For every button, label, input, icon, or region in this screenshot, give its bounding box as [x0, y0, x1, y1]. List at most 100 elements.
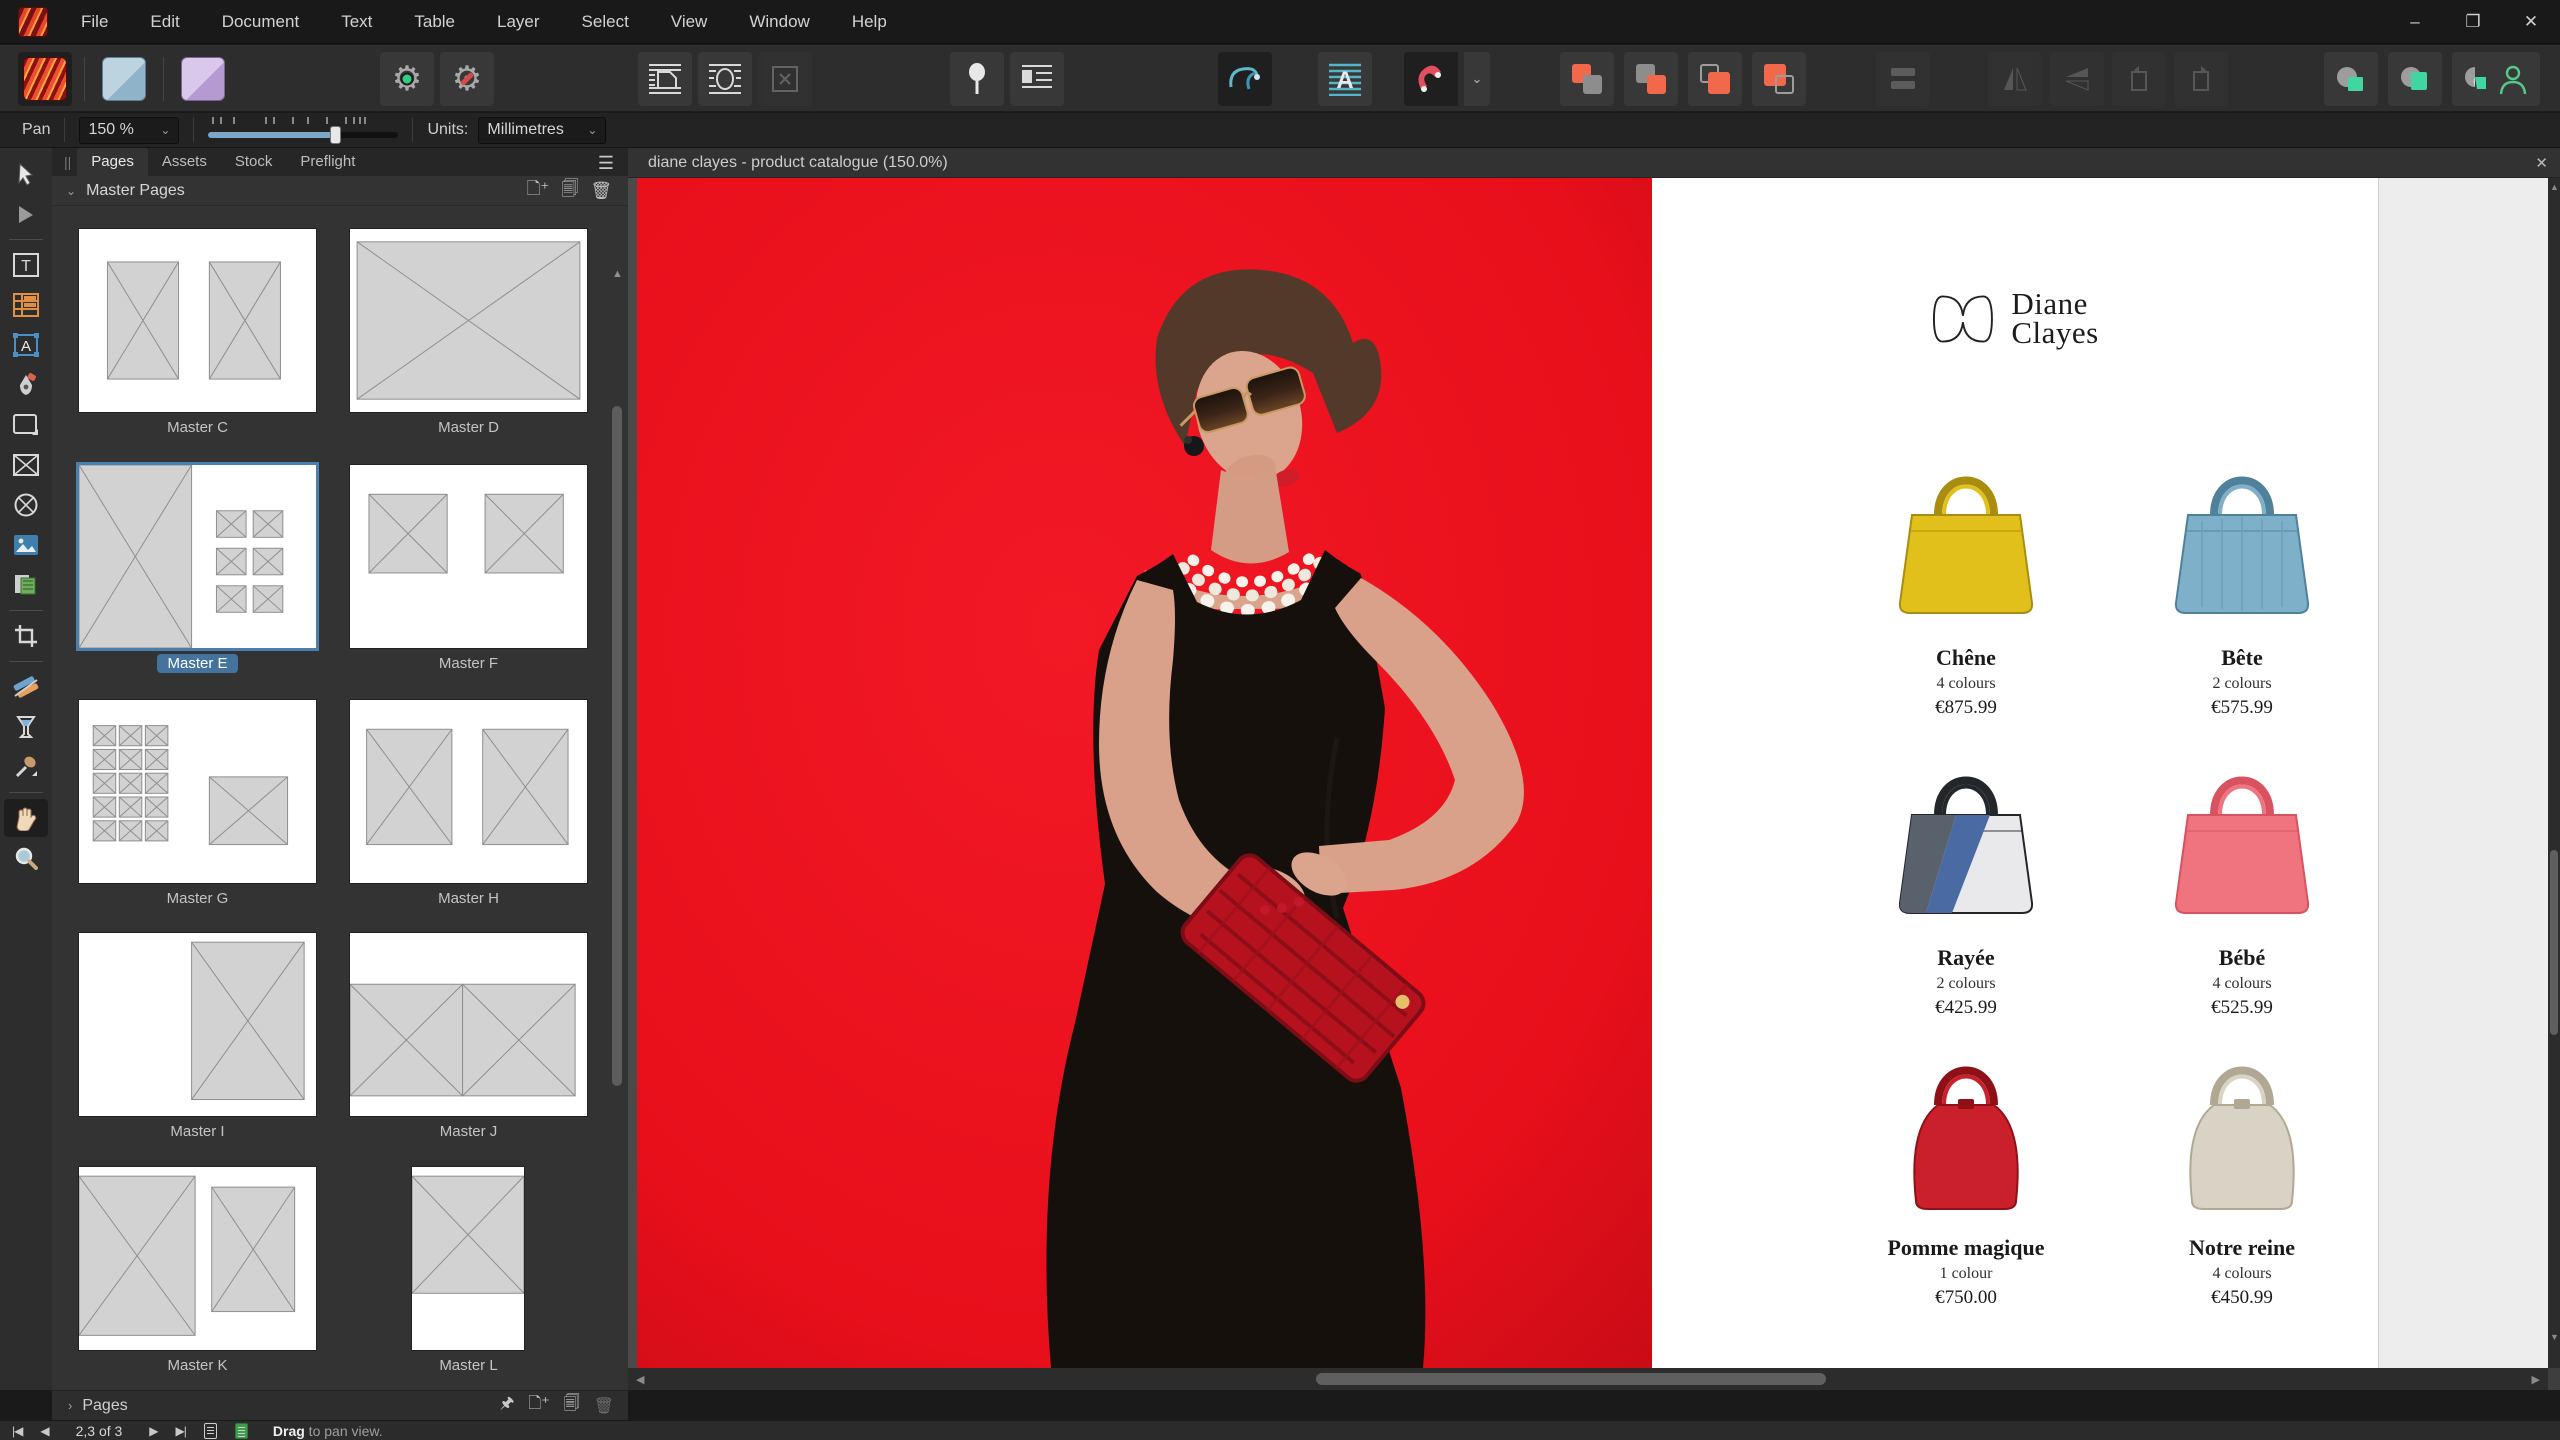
last-spread-button[interactable]: ▶| — [167, 1424, 195, 1438]
text-wrap-page-icon[interactable] — [638, 52, 692, 106]
link-icon[interactable] — [1876, 52, 1930, 106]
master-thumbnail-e[interactable] — [79, 465, 316, 648]
photo-persona-button[interactable] — [176, 52, 230, 106]
minimize-button[interactable]: – — [2386, 0, 2444, 44]
vertical-scrollbar[interactable]: ▲ ▼ — [2548, 178, 2560, 1368]
zoom-tool[interactable] — [4, 839, 48, 877]
account-icon[interactable] — [2486, 52, 2540, 106]
master-label[interactable]: Master G — [79, 889, 316, 908]
scroll-left-icon[interactable]: ◀ — [628, 1373, 652, 1386]
master-label[interactable]: Master L — [350, 1356, 587, 1375]
horizontal-scroll-thumb[interactable] — [1316, 1373, 1826, 1385]
scroll-right-icon[interactable]: ▶ — [2524, 1373, 2548, 1386]
scroll-up-icon[interactable]: ▲ — [2550, 182, 2559, 192]
designer-persona-button[interactable] — [97, 52, 151, 106]
document-close-icon[interactable]: ✕ — [2523, 154, 2560, 172]
pages-section-footer[interactable]: › Pages 🖈 🗋⁺ 🗐 🗑 — [52, 1390, 628, 1420]
master-label[interactable]: Master H — [350, 889, 587, 908]
horizontal-scrollbar[interactable]: ◀ ▶ — [628, 1368, 2548, 1390]
insert-behind-icon[interactable] — [1560, 52, 1614, 106]
master-thumbnail-c[interactable] — [79, 229, 316, 412]
geometry-subtract-icon[interactable] — [2388, 52, 2442, 106]
master-label[interactable]: Master F — [350, 654, 587, 673]
duplicate-master-icon[interactable]: 🗐 — [561, 176, 578, 205]
tab-preflight[interactable]: Preflight — [286, 148, 369, 176]
rotate-cw-icon[interactable] — [2174, 52, 2228, 106]
snapping-dropdown-chevron[interactable]: ⌄ — [1464, 52, 1490, 106]
add-page-icon[interactable]: 🗋⁺ — [528, 1392, 549, 1419]
close-button[interactable]: ✕ — [2502, 0, 2560, 44]
panel-scroll-up-icon[interactable]: ▲ — [612, 268, 623, 280]
rectangle-tool[interactable] — [4, 406, 48, 444]
place-image-tool[interactable] — [4, 526, 48, 564]
snapping-button[interactable] — [1404, 52, 1458, 106]
first-spread-button[interactable]: |◀ — [0, 1424, 31, 1438]
add-master-icon[interactable]: 🗋⁺ — [527, 176, 550, 205]
master-label[interactable]: Master K — [79, 1356, 316, 1375]
auto-correct-button[interactable]: ⚙ — [380, 52, 434, 106]
replace-selection-icon[interactable] — [1688, 52, 1742, 106]
master-thumbnail-i[interactable] — [79, 933, 316, 1116]
document-viewport[interactable]: Diane Clayes Chêne 4 colours €875.99 Bêt… — [628, 178, 2548, 1368]
zoom-slider[interactable] — [208, 117, 398, 144]
master-label[interactable]: Master E — [79, 654, 316, 673]
flip-vertical-icon[interactable] — [2050, 52, 2104, 106]
menu-help[interactable]: Help — [831, 0, 908, 44]
gradient-tool[interactable] — [4, 668, 48, 706]
master-label[interactable]: Master I — [79, 1122, 316, 1141]
artistic-text-tool[interactable]: A — [4, 326, 48, 364]
vector-crop-tool[interactable] — [4, 617, 48, 655]
table-tool[interactable] — [4, 286, 48, 324]
frame-text-tool[interactable]: T — [4, 246, 48, 284]
gear-revert-button[interactable]: ⚙ — [440, 52, 494, 106]
node-tool[interactable] — [4, 195, 48, 233]
menu-select[interactable]: Select — [561, 0, 650, 44]
tab-stock[interactable]: Stock — [221, 148, 287, 176]
previous-spread-button[interactable]: ◀ — [31, 1424, 57, 1438]
master-thumbnail-h[interactable] — [350, 700, 587, 883]
picture-frame-ellipse-tool[interactable] — [4, 486, 48, 524]
menu-edit[interactable]: Edit — [129, 0, 200, 44]
master-thumbnail-g[interactable] — [79, 700, 316, 883]
menu-file[interactable]: File — [60, 0, 129, 44]
flip-horizontal-icon[interactable] — [1988, 52, 2042, 106]
text-wrap-object-icon[interactable] — [698, 52, 752, 106]
text-frame-properties-icon[interactable]: A — [1318, 52, 1372, 106]
zoom-level-combo[interactable]: 150 % ⌄ — [79, 117, 179, 144]
transparency-tool[interactable] — [4, 708, 48, 746]
detach-master-icon[interactable]: 🖈 — [500, 1392, 515, 1419]
tab-pages[interactable]: Pages — [77, 148, 148, 176]
insert-inside-icon[interactable] — [1752, 52, 1806, 106]
menu-layer[interactable]: Layer — [476, 0, 561, 44]
spread-view-icon[interactable] — [235, 1423, 248, 1439]
geometry-add-icon[interactable] — [2324, 52, 2378, 106]
master-thumbnail-f[interactable] — [350, 465, 587, 648]
asset-tool[interactable] — [4, 566, 48, 604]
panel-grip[interactable]: || — [52, 148, 77, 176]
scroll-down-icon[interactable]: ▼ — [2550, 1332, 2559, 1342]
master-pages-header[interactable]: ⌄ Master Pages 🗋⁺ 🗐 🗑 — [52, 176, 628, 206]
show-text-flow-icon[interactable] — [1218, 52, 1272, 106]
menu-window[interactable]: Window — [728, 0, 830, 44]
pen-tool[interactable] — [4, 366, 48, 404]
master-label[interactable]: Master C — [79, 418, 316, 437]
units-dropdown[interactable]: Millimetres ⌄ — [478, 117, 606, 144]
zoom-slider-thumb[interactable] — [330, 126, 341, 144]
picture-frame-rectangle-tool[interactable] — [4, 446, 48, 484]
master-thumbnail-j[interactable] — [350, 933, 587, 1116]
float-with-text-icon[interactable] — [1010, 52, 1064, 106]
menu-text[interactable]: Text — [320, 0, 393, 44]
view-tool[interactable] — [4, 799, 48, 837]
panel-scrollbar-thumb[interactable] — [612, 406, 622, 1086]
rotate-ccw-icon[interactable] — [2112, 52, 2166, 106]
restore-button[interactable]: ❐ — [2444, 0, 2502, 44]
menu-table[interactable]: Table — [393, 0, 476, 44]
delete-page-icon[interactable]: 🗑 — [594, 1396, 614, 1416]
master-label[interactable]: Master D — [350, 418, 587, 437]
master-thumbnail-l[interactable] — [412, 1167, 524, 1350]
tab-assets[interactable]: Assets — [148, 148, 221, 176]
pin-icon[interactable] — [950, 52, 1004, 106]
master-thumbnail-k[interactable] — [79, 1167, 316, 1350]
duplicate-page-icon[interactable]: 🗐 — [564, 1392, 580, 1419]
document-tab-title[interactable]: diane clayes - product catalogue (150.0%… — [628, 154, 948, 172]
